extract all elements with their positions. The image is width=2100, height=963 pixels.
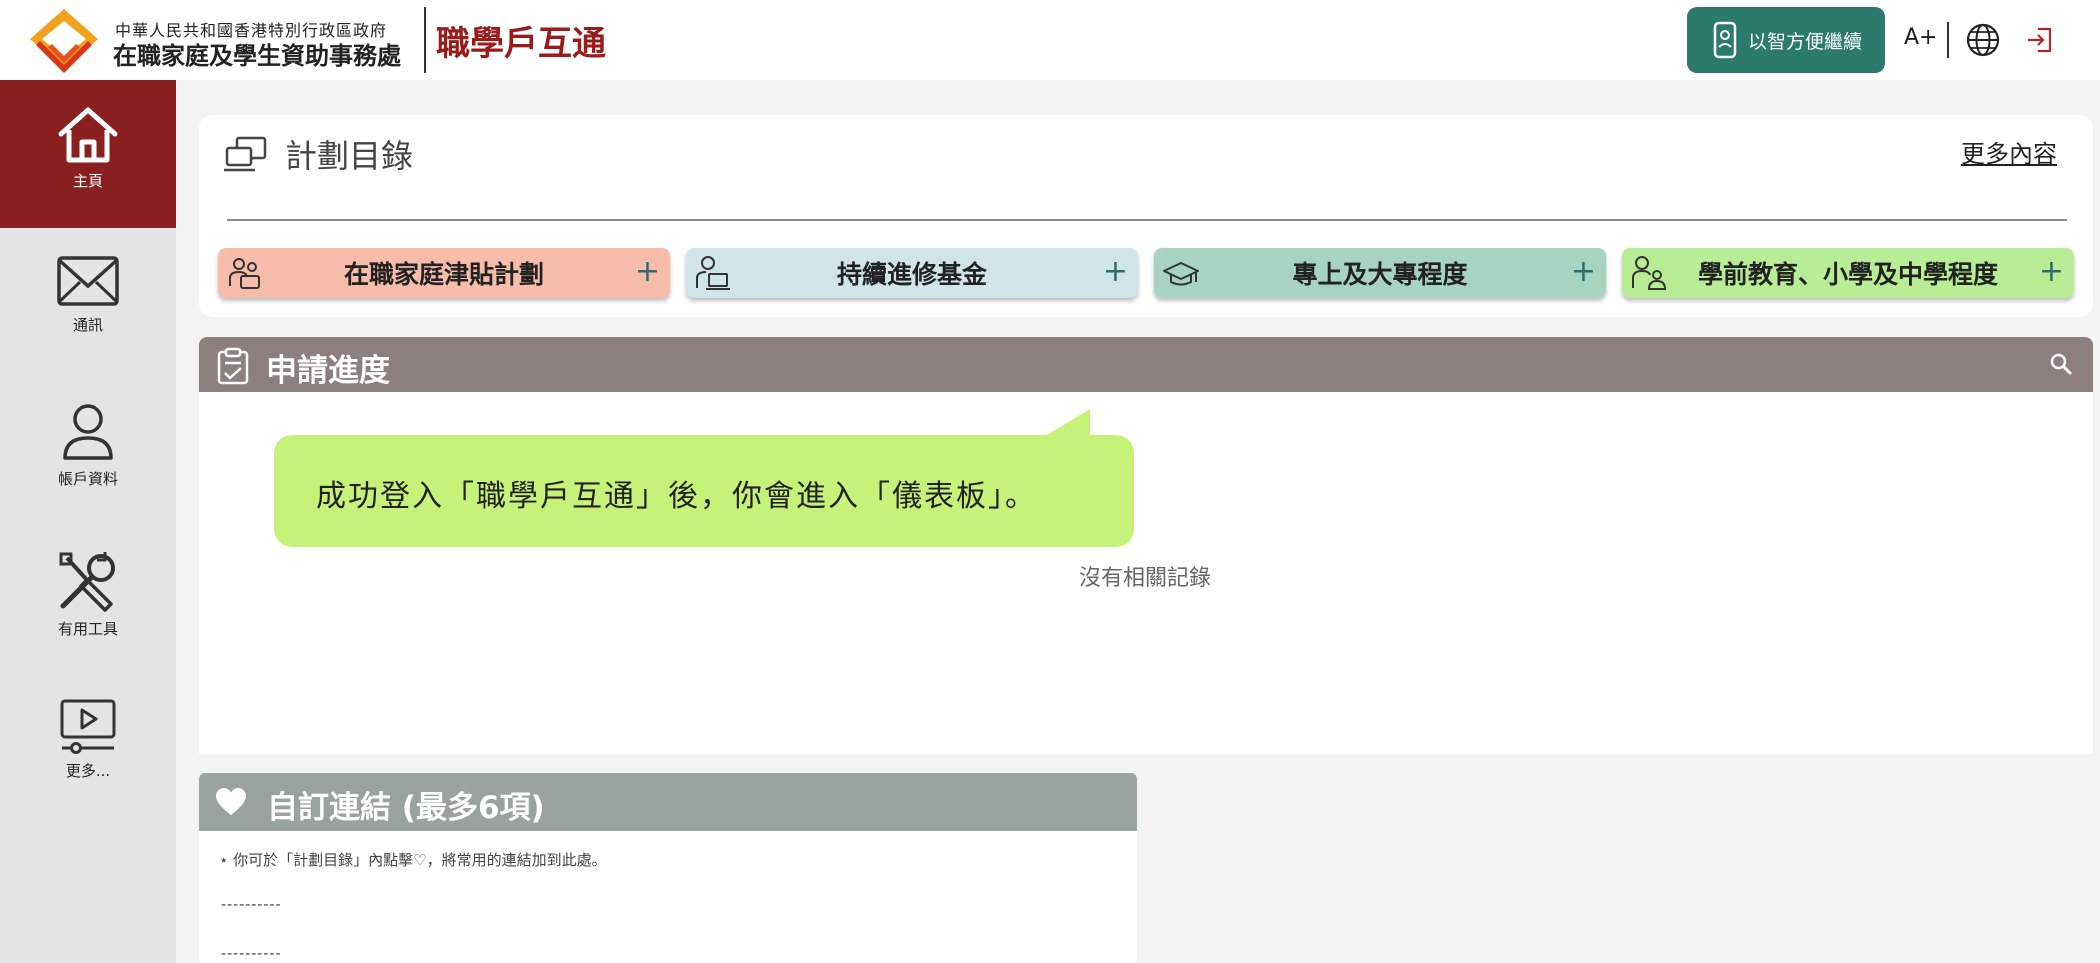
sidebar: 主頁 通訊 帳戶資料 有用工具 更多...	[0, 80, 176, 963]
iamsmart-button[interactable]: 以智方便繼續	[1687, 7, 1885, 73]
application-progress-header: 申請進度	[199, 337, 2093, 392]
add-plan-plus-icon[interactable]: +	[635, 254, 660, 289]
sidebar-label-more: 更多...	[65, 762, 111, 780]
home-icon	[58, 107, 118, 163]
plan-label-wfa: 在職家庭津貼計劃	[343, 260, 544, 289]
sidebar-item-messages[interactable]: 通訊	[0, 228, 176, 376]
plan-button-wfa[interactable]: 在職家庭津貼計劃 +	[218, 248, 670, 298]
parent-child-icon	[1632, 256, 1667, 290]
header-divider	[424, 7, 426, 73]
catalog-icon	[224, 136, 267, 172]
wfsfaa-logo[interactable]	[28, 7, 100, 75]
org-name: 在職家庭及學生資助事務處	[113, 42, 401, 70]
user-icon	[63, 404, 113, 460]
graduation-cap-icon	[1163, 262, 1199, 286]
iamsmart-label: 以智方便繼續	[1747, 30, 1862, 53]
top-header: 中華人民共和國香港特別行政區政府 在職家庭及學生資助事務處 職學戶互通 以智方便…	[0, 0, 2100, 80]
plan-label-school: 學前教育、小學及中學程度	[1697, 260, 1998, 289]
clipboard-check-icon	[217, 347, 249, 385]
plan-catalog-card: 計劃目錄 更多內容 在職家庭津貼計劃 + 持續進修基金 + 專上及大專程度 +	[199, 115, 2093, 317]
application-progress-title: 申請進度	[266, 353, 390, 389]
mail-icon	[57, 256, 119, 306]
sidebar-item-account[interactable]: 帳戶資料	[0, 376, 176, 524]
sidebar-label-account: 帳戶資料	[57, 470, 118, 488]
plan-catalog-title: 計劃目錄	[285, 137, 414, 175]
custom-links-hint: ⋆ 你可於「計劃目錄」內點擊♡，將常用的連結加到此處。	[219, 851, 607, 869]
empty-link-slot: ----------	[221, 897, 282, 913]
custom-links-header: 自訂連結 (最多6項)	[199, 773, 1137, 831]
sidebar-label-tools: 有用工具	[57, 620, 118, 638]
video-icon	[60, 699, 116, 754]
custom-links-body: ⋆ 你可於「計劃目錄」內點擊♡，將常用的連結加到此處。 ---------- -…	[199, 831, 1137, 963]
font-size-button[interactable]: A+	[1904, 25, 1937, 50]
catalog-divider	[227, 219, 2067, 221]
plan-label-cef: 持續進修基金	[836, 260, 987, 289]
plan-label-tertiary: 專上及大專程度	[1292, 260, 1468, 289]
tutorial-callout: 成功登入「職學戶互通」後，你會進入「儀表板」。	[274, 435, 1134, 547]
learner-laptop-icon	[696, 256, 730, 290]
more-content-link[interactable]: 更多內容	[1961, 134, 2057, 169]
plan-button-tertiary[interactable]: 專上及大專程度 +	[1154, 248, 1606, 298]
family-icon	[229, 258, 260, 289]
no-record-text: 沒有相關記錄	[1079, 566, 1212, 591]
tools-icon	[59, 552, 115, 612]
sidebar-label-home: 主頁	[72, 172, 103, 190]
add-plan-plus-icon[interactable]: +	[1571, 254, 1596, 289]
header-separator	[1947, 22, 1949, 58]
heart-icon	[216, 788, 246, 815]
plan-button-school[interactable]: 學前教育、小學及中學程度 +	[1622, 248, 2074, 298]
brand-title: 職學戶互通	[436, 24, 606, 64]
plan-button-cef[interactable]: 持續進修基金 +	[686, 248, 1138, 298]
add-plan-plus-icon[interactable]: +	[1103, 254, 1128, 289]
language-globe-icon[interactable]	[1966, 23, 2000, 57]
sidebar-label-messages: 通訊	[72, 316, 103, 334]
sidebar-item-home[interactable]: 主頁	[0, 80, 176, 228]
search-icon[interactable]	[2049, 352, 2073, 376]
tutorial-callout-text: 成功登入「職學戶互通」後，你會進入「儀表板」。	[316, 479, 1037, 514]
custom-links-title: 自訂連結 (最多6項)	[267, 790, 545, 826]
sidebar-item-more[interactable]: 更多...	[0, 672, 176, 820]
add-plan-plus-icon[interactable]: +	[2039, 254, 2064, 289]
phone-icon	[1713, 21, 1737, 59]
empty-link-slot: ----------	[221, 946, 282, 962]
logout-icon[interactable]	[2026, 26, 2054, 54]
sidebar-item-tools[interactable]: 有用工具	[0, 524, 176, 672]
